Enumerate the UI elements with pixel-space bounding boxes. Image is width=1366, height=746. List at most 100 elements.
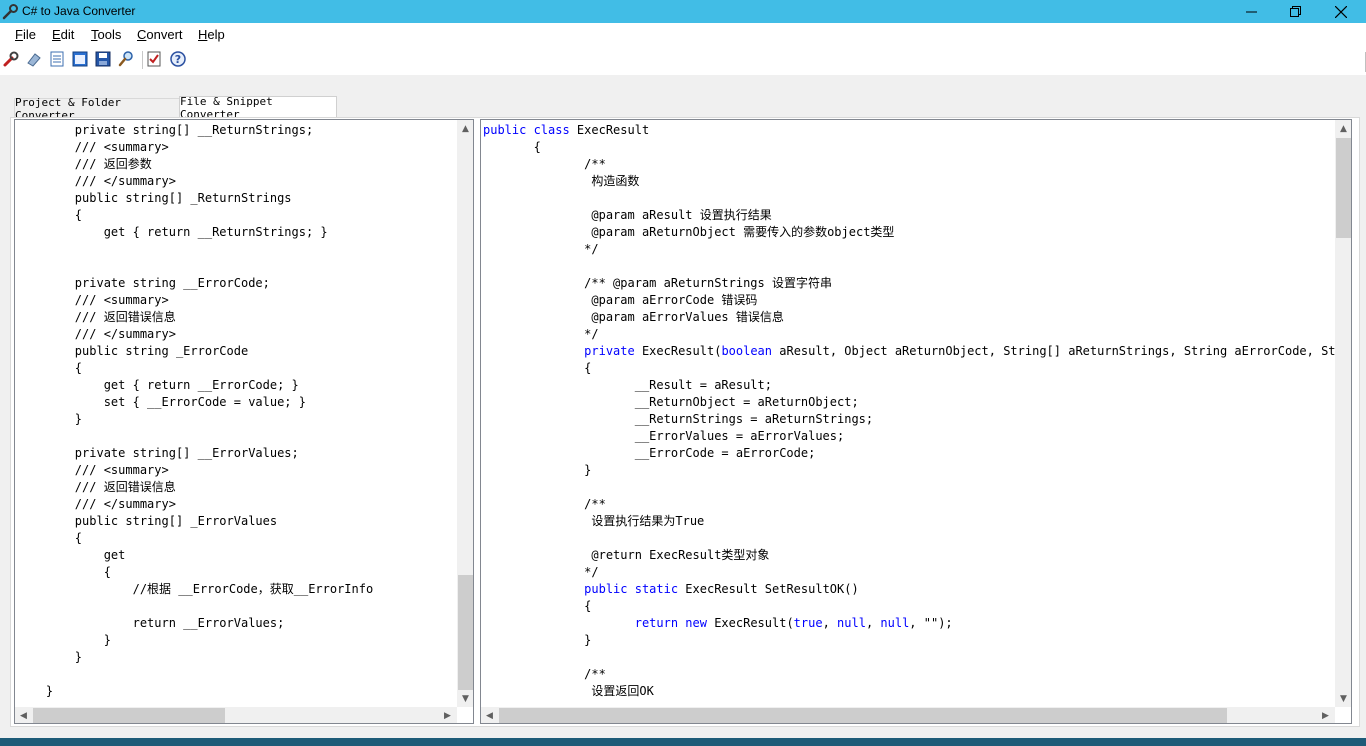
code-line: /// 返回错误信息 <box>17 310 176 324</box>
code-token: ExecResult( <box>706 616 794 630</box>
open-file-icon[interactable] <box>48 50 66 68</box>
code-line: /// </summary> <box>17 174 176 188</box>
code-token: 设置返回OK <box>483 684 654 698</box>
code-line: public static ExecResult SetResultOK() <box>483 581 1335 598</box>
scroll-up-arrow-icon[interactable]: ▲ <box>457 120 473 137</box>
code-line: { <box>17 565 111 579</box>
code-token: 构造函数 <box>483 174 640 188</box>
toolbar-separator <box>142 51 143 69</box>
checklist-icon[interactable] <box>145 50 163 68</box>
close-icon <box>1335 5 1347 18</box>
help-icon[interactable]: ? <box>169 50 187 68</box>
window-icon[interactable] <box>71 50 89 68</box>
right-vscroll-thumb[interactable] <box>1336 138 1351 238</box>
code-token: @param aErrorValues 错误信息 <box>483 310 784 324</box>
scroll-left-arrow-icon[interactable]: ◀ <box>15 707 32 723</box>
csharp-source-pane[interactable]: private string[] __ReturnStrings; /// <s… <box>14 119 474 724</box>
code-token: } <box>483 633 592 647</box>
code-line: } <box>17 650 83 664</box>
close-button[interactable] <box>1318 0 1364 23</box>
code-line: @param aErrorCode 错误码 <box>483 292 1335 309</box>
left-hscroll-thumb[interactable] <box>33 708 225 723</box>
code-token: */ <box>483 565 599 579</box>
code-line: /** @param aReturnStrings 设置字符串 <box>483 275 1335 292</box>
code-token: /** @param aReturnStrings 设置字符串 <box>483 276 832 290</box>
code-line: public string _ErrorCode <box>17 344 249 358</box>
left-vscroll-thumb[interactable] <box>458 575 473 690</box>
toolbar: ? <box>0 45 1366 75</box>
left-horizontal-scrollbar[interactable]: ◀ ▶ <box>15 707 457 723</box>
scroll-down-arrow-icon[interactable]: ▼ <box>1335 690 1351 707</box>
scroll-down-arrow-icon[interactable]: ▼ <box>457 690 473 707</box>
minimize-button[interactable] <box>1228 0 1274 23</box>
right-vertical-scrollbar[interactable]: ▲ ▼ <box>1335 120 1351 707</box>
code-line: @param aErrorValues 错误信息 <box>483 309 1335 326</box>
keyword-token: null <box>837 616 866 630</box>
code-line: { <box>17 361 83 375</box>
code-line: get { return __ErrorCode; } <box>17 378 299 392</box>
code-line: { <box>483 360 1335 377</box>
scroll-left-arrow-icon[interactable]: ◀ <box>481 707 498 723</box>
code-line: @param aResult 设置执行结果 <box>483 207 1335 224</box>
right-hscroll-thumb[interactable] <box>499 708 1227 723</box>
code-line: private string[] __ReturnStrings; <box>17 123 314 137</box>
code-token: __Result = aResult; <box>483 378 772 392</box>
code-line: /// </summary> <box>17 497 176 511</box>
eraser-icon[interactable] <box>25 50 43 68</box>
code-token: aResult, Object aReturnObject, String[] … <box>772 344 1335 358</box>
csharp-code-editor[interactable]: private string[] __ReturnStrings; /// <s… <box>17 122 457 707</box>
left-vertical-scrollbar[interactable]: ▲ ▼ <box>457 120 473 707</box>
menu-edit[interactable]: Edit <box>52 27 74 42</box>
code-token: */ <box>483 242 599 256</box>
code-line: /// </summary> <box>17 327 176 341</box>
tab-file-snippet-converter[interactable]: File & Snippet Converter <box>179 95 337 121</box>
code-token: { <box>483 361 592 375</box>
code-token: ExecResult( <box>634 344 722 358</box>
code-token: } <box>483 463 592 477</box>
menu-help[interactable]: Help <box>198 27 225 42</box>
save-icon[interactable] <box>94 50 112 68</box>
keyword-token: public class <box>483 123 570 137</box>
scroll-up-arrow-icon[interactable]: ▲ <box>1335 120 1351 137</box>
svg-text:?: ? <box>175 53 181 66</box>
restore-icon <box>1289 6 1301 17</box>
code-line: get <box>17 548 126 562</box>
find-icon[interactable] <box>117 50 135 68</box>
scroll-right-arrow-icon[interactable]: ▶ <box>1317 707 1334 723</box>
code-line: { <box>483 139 1335 156</box>
code-line: { <box>17 208 83 222</box>
code-line: { <box>17 531 83 545</box>
wrench-icon[interactable] <box>2 50 20 68</box>
window-title: C# to Java Converter <box>22 4 136 18</box>
code-line: get { return __ReturnStrings; } <box>17 225 328 239</box>
code-token: 设置执行结果为True <box>483 514 705 528</box>
code-token: , ""); <box>909 616 953 630</box>
keyword-token: null <box>880 616 910 630</box>
code-line: private string __ErrorCode; <box>17 276 270 290</box>
java-code-editor[interactable]: public class ExecResult { /** 构造函数 @para… <box>483 122 1335 707</box>
code-line: /// <summary> <box>17 463 169 477</box>
menu-convert[interactable]: Convert <box>137 27 183 42</box>
scroll-right-arrow-icon[interactable]: ▶ <box>439 707 456 723</box>
code-token: __ErrorCode = aErrorCode; <box>483 446 816 460</box>
code-line: */ <box>483 564 1335 581</box>
menu-file[interactable]: File <box>15 27 36 42</box>
tab-project-folder-converter[interactable]: Project & Folder Converter <box>14 96 180 122</box>
right-horizontal-scrollbar[interactable]: ◀ ▶ <box>481 707 1335 723</box>
code-token: ExecResult <box>569 123 650 137</box>
code-token: __ErrorValues = aErrorValues; <box>483 429 845 443</box>
code-token: __ReturnStrings = aReturnStrings; <box>483 412 874 426</box>
restore-button[interactable] <box>1272 0 1318 23</box>
keyword-token: private <box>584 344 635 358</box>
menu-bar: File Edit Tools Convert Help <box>0 23 1366 45</box>
java-output-pane[interactable]: public class ExecResult { /** 构造函数 @para… <box>480 119 1352 724</box>
keyword-token: boolean <box>721 344 773 358</box>
code-line: set { __ErrorCode = value; } <box>17 395 306 409</box>
menu-tools[interactable]: Tools <box>91 27 121 42</box>
